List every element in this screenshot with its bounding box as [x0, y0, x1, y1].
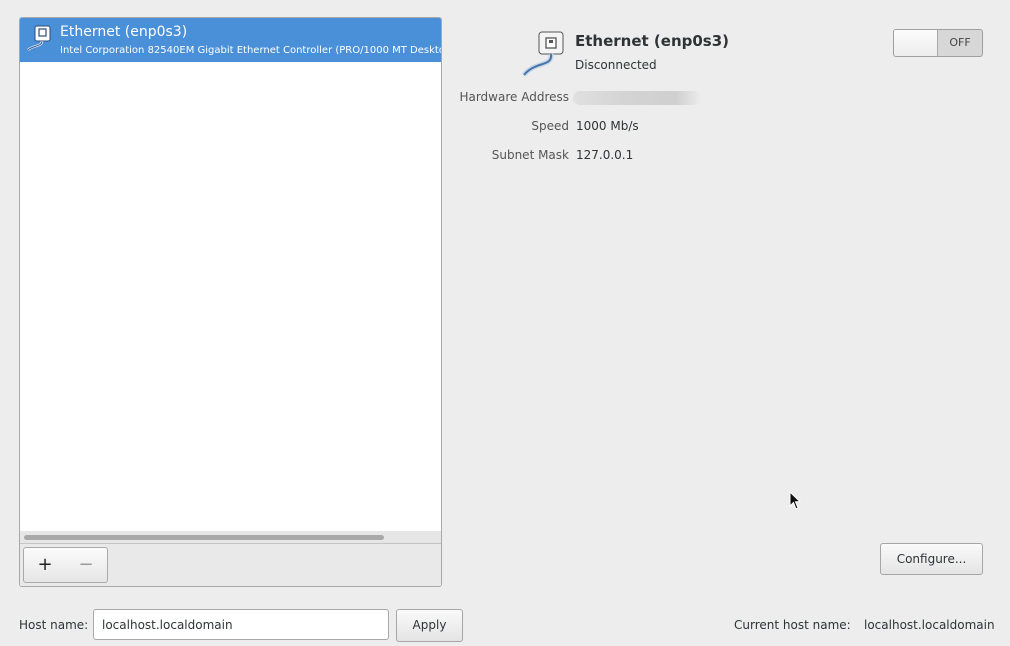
toggle-knob[interactable] [894, 30, 938, 56]
scrollbar-thumb[interactable] [24, 535, 384, 540]
hostname-input[interactable] [93, 609, 389, 640]
hardware-address-value [573, 91, 701, 105]
current-hostname-value: localhost.localdomain [864, 618, 995, 632]
list-toolbar: + − [20, 543, 441, 586]
speed-value: 1000 Mb/s [576, 119, 639, 133]
horizontal-scrollbar[interactable] [20, 531, 441, 543]
connection-item-ethernet[interactable]: Ethernet (enp0s3) Intel Corporation 8254… [20, 18, 441, 62]
add-connection-button[interactable]: + [23, 547, 67, 583]
apply-button[interactable]: Apply [396, 609, 463, 642]
connection-description: Intel Corporation 82540EM Gigabit Ethern… [60, 45, 441, 56]
connection-status: Disconnected [575, 58, 657, 72]
mouse-pointer-icon [789, 490, 802, 515]
wired-network-icon [25, 25, 53, 57]
current-hostname-label: Current host name: [734, 618, 851, 632]
detail-title: Ethernet (enp0s3) [575, 32, 730, 50]
remove-connection-button[interactable]: − [65, 547, 108, 583]
connection-name: Ethernet (enp0s3) [60, 24, 188, 40]
speed-label: Speed [531, 119, 569, 133]
configure-button[interactable]: Configure... [880, 543, 983, 575]
connection-toggle[interactable]: OFF [893, 29, 983, 57]
hostname-label: Host name: [19, 618, 89, 632]
hardware-address-label: Hardware Address [459, 90, 569, 104]
toggle-state-label: OFF [949, 36, 971, 49]
subnet-mask-label: Subnet Mask [491, 148, 569, 162]
wired-network-icon [521, 31, 569, 81]
connection-list: Ethernet (enp0s3) Intel Corporation 8254… [19, 17, 442, 587]
subnet-mask-value: 127.0.0.1 [576, 148, 634, 162]
